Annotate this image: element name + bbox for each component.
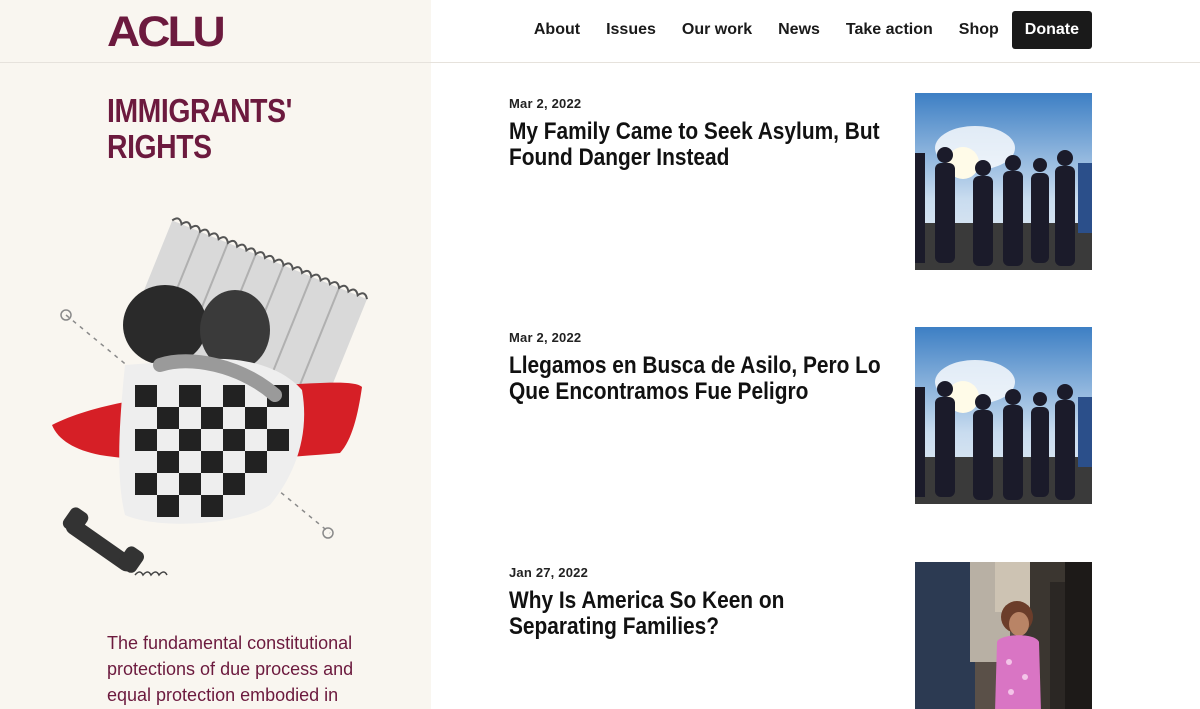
aclu-logo[interactable]: ACLU [107, 10, 226, 52]
page-title: IMMIGRANTS' RIGHTS [107, 92, 292, 165]
article-thumbnail[interactable] [915, 327, 1092, 504]
hero-illustration [40, 215, 390, 595]
article-card[interactable]: Mar 2, 2022 Llegamos en Busca de Asilo, … [509, 327, 1092, 507]
article-thumbnail[interactable] [915, 562, 1092, 709]
article-thumbnail[interactable] [915, 93, 1092, 270]
article-title[interactable]: My Family Came to Seek Asylum, But Found… [509, 119, 892, 171]
nav-our-work[interactable]: Our work [682, 21, 752, 39]
article-title[interactable]: Llegamos en Busca de Asilo, Pero Lo Que … [509, 353, 892, 405]
article-title[interactable]: Why Is America So Keen on Separating Fam… [509, 588, 892, 640]
main-nav: About Issues Our work News Take action S… [534, 11, 1092, 49]
nav-issues[interactable]: Issues [606, 21, 656, 39]
nav-about[interactable]: About [534, 21, 580, 39]
nav-news[interactable]: News [778, 21, 820, 39]
nav-take-action[interactable]: Take action [846, 21, 933, 39]
article-card[interactable]: Mar 2, 2022 My Family Came to Seek Asylu… [509, 93, 1092, 273]
article-card[interactable]: Jan 27, 2022 Why Is America So Keen on S… [509, 562, 1092, 709]
nav-shop[interactable]: Shop [959, 21, 999, 39]
header-divider [0, 62, 1200, 63]
donate-button[interactable]: Donate [1011, 11, 1092, 49]
section-intro: The fundamental constitutional protectio… [107, 633, 354, 705]
